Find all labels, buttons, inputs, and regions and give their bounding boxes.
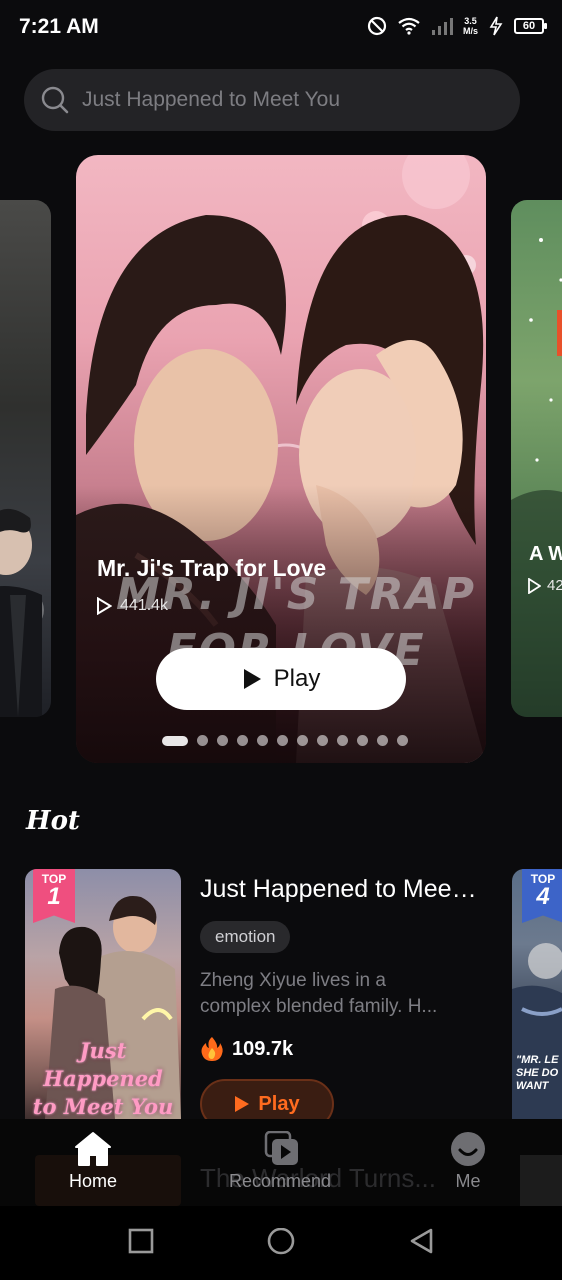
next-card-views-count: 42: [547, 577, 562, 594]
bottom-navigation: The Warlord Turns... Home Recommend Me: [0, 1119, 562, 1206]
cover-title-art: Just Happened to Meet You: [29, 1037, 177, 1119]
section-title-hot: Hot: [26, 806, 80, 836]
hero-views: 441.4k: [96, 597, 168, 615]
net-speed-value: 3.5: [464, 16, 477, 26]
carousel-pagination: [162, 735, 408, 746]
genre-tag[interactable]: emotion: [200, 921, 291, 953]
net-speed-unit: M/s: [462, 26, 478, 36]
pagination-dot[interactable]: [337, 735, 348, 746]
pagination-dot[interactable]: [317, 735, 328, 746]
next-card-title: A W: [529, 543, 562, 565]
nav-me-label: Me: [455, 1171, 481, 1191]
next-card-views: 42: [527, 577, 562, 594]
carousel-next-card[interactable]: A W 42: [511, 200, 562, 717]
pagination-dot[interactable]: [197, 735, 208, 746]
hero-play-button[interactable]: Play: [156, 648, 406, 710]
carousel-prev-card[interactable]: [0, 200, 51, 717]
play-icon: [243, 669, 261, 689]
nav-me[interactable]: Me: [403, 1131, 533, 1192]
pagination-dot[interactable]: [297, 735, 308, 746]
rank-badge: TOP 1: [33, 869, 75, 923]
pagination-dot[interactable]: [217, 735, 228, 746]
search-icon: [41, 86, 69, 114]
pagination-dot[interactable]: [257, 735, 268, 746]
hero-title: Mr. Ji's Trap for Love: [97, 555, 327, 581]
rank-badge: TOP 4: [522, 869, 562, 923]
search-input[interactable]: Just Happened to Meet You: [24, 69, 520, 131]
do-not-disturb-icon: [367, 16, 387, 36]
battery-indicator: 60: [514, 18, 547, 34]
status-time: 7:21 AM: [19, 15, 99, 38]
smiley-icon: [451, 1132, 485, 1166]
next-card-art: [511, 238, 562, 717]
battery-charging-icon: [489, 16, 503, 36]
pagination-dot[interactable]: [357, 735, 368, 746]
wifi-icon: [398, 17, 420, 35]
pagination-dot[interactable]: [377, 735, 388, 746]
hot-item-cover[interactable]: TOP 1 Just Happened to Meet You: [25, 869, 181, 1119]
home-button[interactable]: [266, 1228, 296, 1258]
pagination-dot[interactable]: [277, 735, 288, 746]
signal-icon: [431, 18, 453, 35]
hot-next-cover[interactable]: TOP 4 "MR. LE SHE DO WANT: [512, 869, 562, 1119]
description-line2: complex blended family. H...: [200, 996, 438, 1017]
pagination-dot[interactable]: [162, 735, 188, 746]
rank-number: 1: [47, 883, 61, 910]
heat-value: 109.7k: [232, 1037, 294, 1060]
nav-home-label: Home: [68, 1171, 117, 1191]
play-outline-icon: [97, 597, 112, 615]
home-icon: [75, 1132, 111, 1166]
hot-item-title[interactable]: Just Happened to Meet You: [200, 875, 480, 904]
net-speed: 3.5 M/s: [463, 16, 478, 36]
prev-card-art: [0, 509, 44, 717]
hero-banner-card[interactable]: MR. JI'S TRAP FOR LOVE Mr. Ji's Trap for…: [76, 155, 486, 763]
pagination-dot[interactable]: [237, 735, 248, 746]
status-bar: 7:21 AM 3.5 M/s 60: [0, 0, 562, 58]
next-cover-title-art: "MR. LE SHE DO WANT: [516, 1054, 559, 1092]
status-icons: 3.5 M/s 60: [367, 16, 547, 36]
play-icon: [235, 1096, 250, 1112]
search-placeholder: Just Happened to Meet You: [82, 88, 341, 111]
recommend-icon: [264, 1131, 298, 1165]
back-button[interactable]: [408, 1228, 436, 1256]
cover-title-line2: to Meet You: [32, 1094, 174, 1119]
nav-home[interactable]: Home: [28, 1131, 158, 1192]
hot-play-label: Play: [258, 1092, 300, 1115]
pagination-dot[interactable]: [397, 735, 408, 746]
recents-button[interactable]: [128, 1228, 154, 1254]
hero-views-count: 441.4k: [120, 597, 169, 614]
rank-number: 4: [536, 883, 550, 910]
nav-recommend-label: Recommend: [228, 1171, 332, 1191]
description-line1: Zheng Xiyue lives in a: [200, 970, 386, 991]
heat-stat: 109.7k: [200, 1036, 293, 1062]
hero-play-label: Play: [273, 665, 321, 692]
nav-recommend[interactable]: Recommend: [215, 1131, 345, 1192]
system-navigation-bar: [0, 1206, 562, 1280]
fire-icon: [201, 1037, 223, 1061]
play-outline-icon: [528, 577, 541, 594]
cover-title-line1: Just Happened: [43, 1038, 163, 1091]
hot-item-description: Zheng Xiyue lives in a complex blended f…: [200, 968, 478, 1020]
